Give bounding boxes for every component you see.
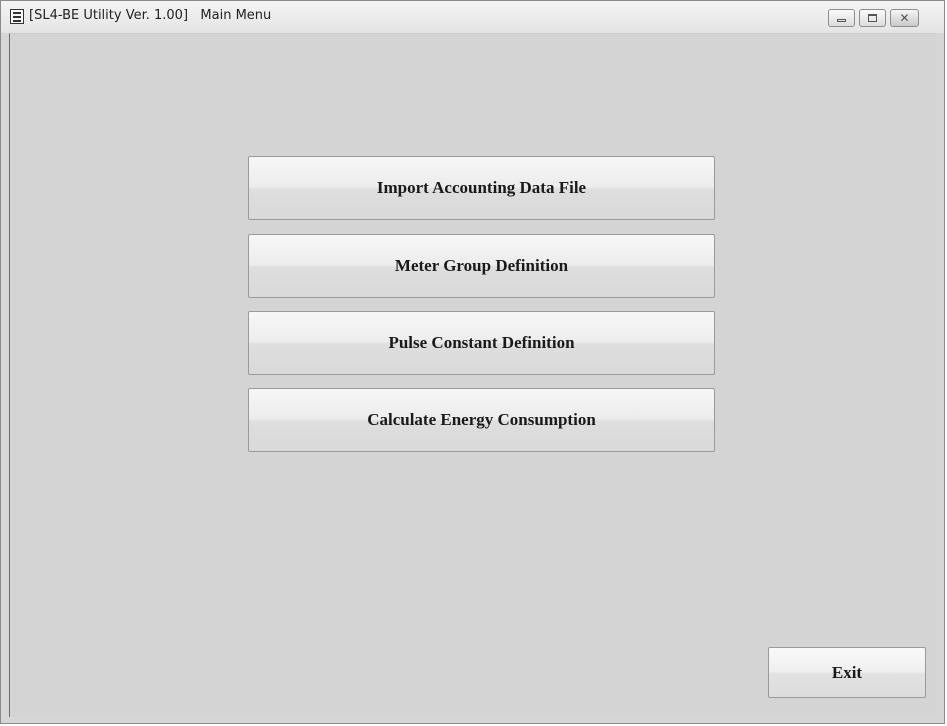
window-title: [SL4-BE Utility Ver. 1.00] Main Menu	[29, 8, 272, 23]
close-button[interactable]: ✕	[890, 9, 919, 27]
import-accounting-data-file-button[interactable]: Import Accounting Data File	[248, 156, 715, 220]
minimize-button[interactable]	[828, 9, 855, 27]
client-area: Import Accounting Data File Meter Group …	[9, 33, 936, 717]
calculate-energy-consumption-button[interactable]: Calculate Energy Consumption	[248, 388, 715, 452]
close-icon: ✕	[899, 11, 910, 25]
minimize-icon	[837, 19, 846, 22]
maximize-icon	[868, 14, 877, 22]
exit-button[interactable]: Exit	[768, 647, 926, 698]
maximize-button[interactable]	[859, 9, 886, 27]
title-bar[interactable]: [SL4-BE Utility Ver. 1.00] Main Menu ✕	[1, 1, 944, 33]
main-menu-window: [SL4-BE Utility Ver. 1.00] Main Menu ✕ I…	[0, 0, 945, 724]
app-document-icon	[10, 9, 24, 24]
meter-group-definition-button[interactable]: Meter Group Definition	[248, 234, 715, 298]
pulse-constant-definition-button[interactable]: Pulse Constant Definition	[248, 311, 715, 375]
